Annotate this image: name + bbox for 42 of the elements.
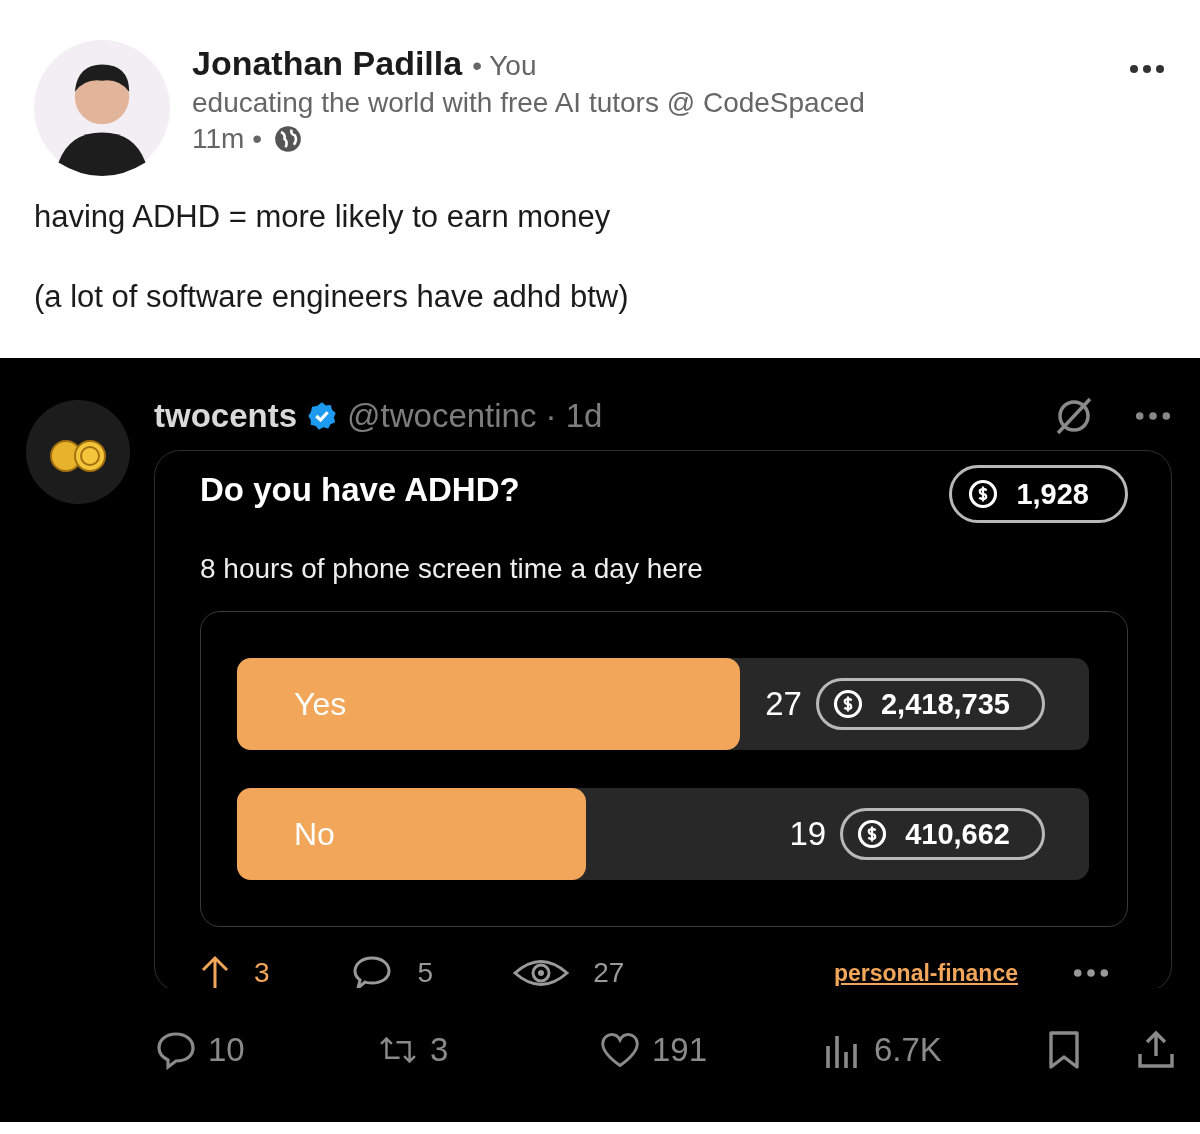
poll-description: 8 hours of phone screen time a day here bbox=[200, 553, 704, 585]
more-icon[interactable] bbox=[1128, 64, 1166, 74]
stake-amount: 1,928 bbox=[1016, 477, 1089, 511]
repost-count: 3 bbox=[430, 1031, 449, 1069]
heart-icon[interactable] bbox=[600, 1030, 640, 1070]
poll-option[interactable]: No 19 410,662 bbox=[237, 788, 1089, 880]
share-icon[interactable] bbox=[1136, 1030, 1176, 1070]
account-handle[interactable]: @twocentinc · 1d bbox=[347, 397, 603, 435]
globe-icon bbox=[274, 125, 302, 153]
eye-icon[interactable] bbox=[513, 958, 570, 988]
coins-avatar[interactable] bbox=[26, 400, 130, 504]
up-arrow-icon[interactable] bbox=[200, 955, 230, 991]
reply-icon[interactable] bbox=[156, 1030, 196, 1070]
vote-count: 27 bbox=[765, 685, 802, 723]
option-label: Yes bbox=[294, 685, 347, 723]
more-icon[interactable] bbox=[1134, 411, 1172, 421]
amount-value: 410,662 bbox=[905, 817, 1010, 851]
slashed-circle-icon[interactable] bbox=[1054, 396, 1094, 436]
upvote-count: 3 bbox=[254, 957, 270, 989]
poll-option[interactable]: Yes 27 2,418,735 bbox=[237, 658, 1089, 750]
amount-value: 2,418,735 bbox=[881, 687, 1010, 721]
view-count: 6.7K bbox=[874, 1031, 942, 1069]
connection-label: • You bbox=[472, 50, 537, 82]
post-text: (a lot of software engineers have adhd btw) bbox=[34, 280, 630, 314]
like-count: 191 bbox=[652, 1031, 708, 1069]
coin-icon bbox=[833, 689, 863, 719]
post-time: 11m • bbox=[192, 123, 262, 155]
account-name[interactable]: twocents bbox=[154, 397, 298, 435]
reply-count: 10 bbox=[208, 1031, 245, 1069]
coin-icon bbox=[857, 819, 888, 849]
author-name[interactable]: Jonathan Padilla bbox=[192, 44, 463, 83]
vote-count: 19 bbox=[789, 815, 827, 853]
poll-question: Do you have ADHD? bbox=[200, 471, 520, 509]
view-count: 27 bbox=[593, 957, 625, 989]
comment-count: 5 bbox=[417, 957, 434, 989]
post-text: having ADHD = more likely to earn money bbox=[34, 200, 612, 234]
author-headline: educating the world with free AI tutors @ CodeSpaced bbox=[192, 87, 865, 119]
coin-icon bbox=[968, 479, 999, 509]
more-icon[interactable] bbox=[1072, 968, 1110, 978]
option-label: No bbox=[294, 815, 335, 853]
topic-link[interactable]: personal-finance bbox=[833, 959, 1018, 987]
avatar[interactable] bbox=[34, 40, 170, 176]
